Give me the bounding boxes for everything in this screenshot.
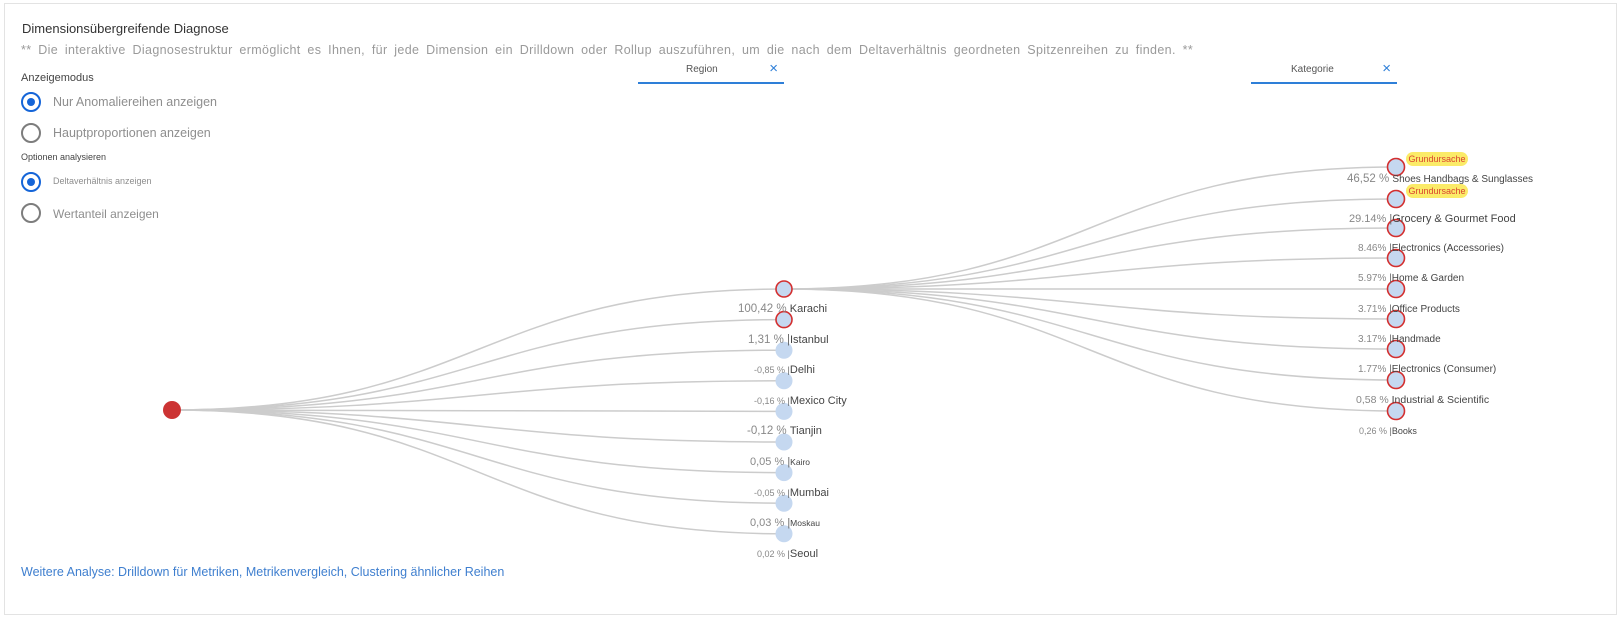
category-label-percent: 29.14% bbox=[1349, 213, 1390, 225]
tree-link-region bbox=[171, 288, 785, 411]
root-cause-badge: Grundursache bbox=[1406, 184, 1468, 198]
category-label-name: Grocery & Gourmet Food bbox=[1392, 213, 1516, 225]
region-label-name: Kairo bbox=[790, 457, 811, 467]
region-label[interactable]: -0,85 % |Delhi bbox=[754, 360, 815, 378]
region-label-percent: 100,42 % bbox=[738, 303, 790, 315]
category-label[interactable]: 5.97% |Home & Garden bbox=[1358, 268, 1464, 286]
region-label-percent: 0,02 % bbox=[757, 548, 788, 559]
category-label-percent: 0,26 % bbox=[1359, 426, 1390, 436]
region-label[interactable]: 100,42 % Karachi bbox=[738, 299, 827, 317]
region-label-name: Seoul bbox=[789, 547, 819, 560]
region-label-percent: -0,12 % bbox=[747, 425, 790, 438]
category-label-percent: 3.71% bbox=[1358, 304, 1390, 315]
region-label-name: Karachi bbox=[789, 303, 828, 315]
region-label-percent: -0,16 % bbox=[754, 395, 788, 406]
tree-link-category bbox=[783, 288, 1397, 381]
category-label-name: Books bbox=[1391, 426, 1417, 436]
region-label[interactable]: -0,12 % Tianjin bbox=[747, 421, 822, 439]
category-label-percent: 0,58 % bbox=[1356, 394, 1392, 406]
tree-link-category bbox=[783, 288, 1397, 350]
category-label[interactable]: 1.77% |Electronics (Consumer) bbox=[1358, 359, 1496, 377]
tree-link-region bbox=[171, 409, 785, 535]
region-label-name: Mexico City bbox=[789, 394, 847, 407]
category-label-percent: 1.77% bbox=[1358, 364, 1390, 375]
category-label[interactable]: 29.14% |Grocery & Gourmet Food bbox=[1349, 209, 1516, 227]
category-label-percent: 8.46% bbox=[1358, 243, 1390, 254]
region-label-percent: -0,05 % bbox=[754, 487, 788, 498]
region-label[interactable]: -0,05 % |Mumbai bbox=[754, 483, 829, 501]
category-label-name: Handmade bbox=[1391, 334, 1441, 345]
region-label-name: Moskau bbox=[790, 518, 820, 529]
tree-link-region bbox=[171, 349, 785, 411]
tree-link-category bbox=[783, 166, 1397, 290]
further-analysis-link[interactable]: Weitere Analyse: Drilldown für Metriken,… bbox=[21, 565, 504, 579]
category-label-name: Electronics (Accessories) bbox=[1391, 243, 1505, 254]
region-label-percent: -0,85 % bbox=[754, 365, 788, 376]
region-node[interactable] bbox=[775, 280, 793, 298]
region-label-name: Delhi bbox=[789, 364, 815, 377]
category-label[interactable]: 0,58 % Industrial & Scientific bbox=[1356, 390, 1489, 408]
region-label-percent: 1,31 % bbox=[748, 333, 787, 346]
region-label[interactable]: 1,31 % |Istanbul bbox=[748, 330, 829, 348]
region-label-percent: 0,03 % bbox=[750, 517, 788, 530]
category-label-percent: 5.97% bbox=[1358, 273, 1390, 284]
region-label[interactable]: 0,03 % |Moskau bbox=[750, 513, 820, 531]
region-label-percent: 0,05 % bbox=[750, 456, 788, 468]
tree-link-category bbox=[783, 288, 1397, 412]
root-cause-badge: Grundursache bbox=[1406, 152, 1468, 166]
category-label[interactable]: 3.17% |Handmade bbox=[1358, 329, 1441, 347]
region-label[interactable]: 0,02 % |Seoul bbox=[757, 544, 818, 562]
region-label[interactable]: 0,05 % |Kairo bbox=[750, 452, 810, 470]
category-label[interactable]: 3.71% |Office Products bbox=[1358, 299, 1460, 317]
tree-root-node[interactable] bbox=[163, 401, 181, 419]
category-label-name: Office Products bbox=[1391, 304, 1460, 315]
tree-link-category bbox=[783, 198, 1397, 290]
category-label-percent: 3.17% bbox=[1358, 334, 1390, 345]
region-label-name: Mumbai bbox=[789, 486, 829, 499]
tree-link-region bbox=[171, 409, 785, 504]
category-label[interactable]: 0,26 % |Books bbox=[1359, 421, 1417, 439]
category-label-name: Electronics (Consumer) bbox=[1391, 364, 1497, 375]
category-label-percent: 46,52 % bbox=[1347, 173, 1393, 185]
region-label-name: Istanbul bbox=[790, 333, 829, 346]
category-label[interactable]: 8.46% |Electronics (Accessories) bbox=[1358, 238, 1504, 256]
tree-link-region bbox=[171, 318, 785, 411]
category-label-name: Home & Garden bbox=[1391, 273, 1465, 284]
category-node[interactable] bbox=[1386, 189, 1406, 209]
category-label-name: Industrial & Scientific bbox=[1391, 394, 1490, 406]
region-label[interactable]: -0,16 % |Mexico City bbox=[754, 391, 847, 409]
region-label-name: Tianjin bbox=[789, 425, 822, 438]
